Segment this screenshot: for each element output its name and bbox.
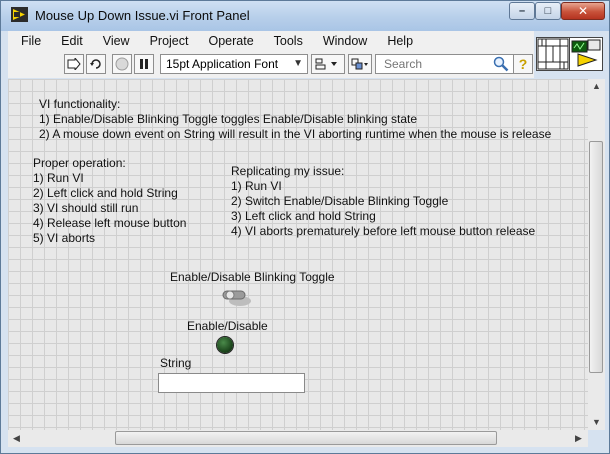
- close-button[interactable]: ✕: [561, 2, 605, 20]
- front-panel-canvas[interactable]: VI functionality: 1) Enable/Disable Blin…: [8, 79, 588, 430]
- toggle-label: Enable/Disable Blinking Toggle: [170, 270, 335, 284]
- menu-file[interactable]: File: [8, 34, 48, 48]
- horizontal-scroll-thumb[interactable]: [115, 431, 497, 445]
- align-objects-button[interactable]: [311, 54, 345, 74]
- menu-view[interactable]: View: [90, 34, 137, 48]
- vi-functionality-text: VI functionality: 1) Enable/Disable Blin…: [39, 97, 552, 141]
- scroll-right-icon[interactable]: ▶: [571, 433, 586, 444]
- vi-icon[interactable]: [569, 37, 603, 71]
- search-input[interactable]: [384, 57, 484, 71]
- distribute-objects-button[interactable]: [348, 54, 372, 74]
- menu-edit[interactable]: Edit: [48, 34, 90, 48]
- run-arrow-icon[interactable]: [64, 54, 84, 74]
- font-selector[interactable]: 15pt Application Font ▼: [160, 54, 308, 74]
- pause-icon[interactable]: [134, 54, 154, 74]
- font-selector-value: 15pt Application Font: [166, 57, 279, 71]
- chevron-down-icon: ▼: [293, 58, 303, 69]
- enable-disable-led: [217, 337, 233, 353]
- menu-operate[interactable]: Operate: [195, 34, 260, 48]
- horizontal-scrollbar[interactable]: ◀ ▶: [8, 430, 588, 447]
- blinking-toggle-switch[interactable]: [220, 288, 254, 308]
- scroll-up-icon[interactable]: ▲: [589, 81, 604, 91]
- menu-bar: File Edit View Project Operate Tools Win…: [8, 31, 534, 51]
- search-icon[interactable]: [493, 56, 509, 72]
- scroll-down-icon[interactable]: ▼: [589, 417, 604, 427]
- scroll-left-icon[interactable]: ◀: [9, 433, 24, 444]
- abort-execution-icon[interactable]: [112, 54, 132, 74]
- title-bar[interactable]: Mouse Up Down Issue.vi Front Panel – □ ✕: [1, 1, 609, 31]
- labview-front-panel-window: Mouse Up Down Issue.vi Front Panel – □ ✕…: [0, 0, 610, 454]
- labview-app-icon: [11, 7, 28, 22]
- string-label: String: [160, 356, 192, 370]
- window-title: Mouse Up Down Issue.vi Front Panel: [35, 8, 250, 23]
- connector-pane-icon[interactable]: [536, 37, 570, 71]
- proper-operation-text: Proper operation: 1) Run VI 2) Left clic…: [33, 156, 187, 245]
- menu-help[interactable]: Help: [374, 34, 420, 48]
- led-label: Enable/Disable: [187, 319, 268, 333]
- context-help-button[interactable]: ?: [513, 54, 533, 74]
- menu-project[interactable]: Project: [137, 34, 196, 48]
- vertical-scrollbar[interactable]: ▲ ▼: [588, 79, 605, 430]
- string-control[interactable]: [158, 373, 305, 393]
- replicating-issue-text: Replicating my issue: 1) Run VI 2) Switc…: [231, 164, 536, 238]
- minimize-button[interactable]: –: [509, 2, 535, 20]
- menu-window[interactable]: Window: [310, 34, 374, 48]
- run-continuously-icon[interactable]: [86, 54, 106, 74]
- vertical-scroll-thumb[interactable]: [589, 141, 603, 373]
- maximize-button[interactable]: □: [535, 2, 561, 20]
- menu-tools[interactable]: Tools: [261, 34, 310, 48]
- search-field[interactable]: [375, 54, 514, 74]
- toolbar: 15pt Application Font ▼ ?: [8, 51, 534, 78]
